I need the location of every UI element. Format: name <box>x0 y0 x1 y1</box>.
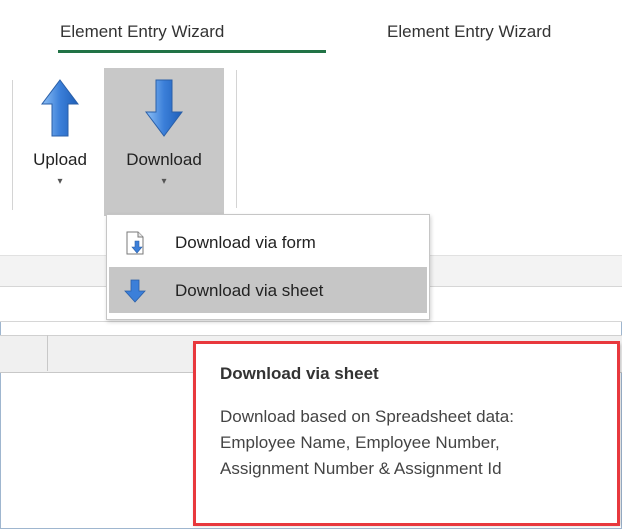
ribbon-tab-bar: Element Entry Wizard Element Entry Wizar… <box>0 0 622 60</box>
menu-item-label: Download via sheet <box>175 281 324 300</box>
active-tab-indicator <box>58 50 326 53</box>
tooltip: Download via sheet Download based on Spr… <box>193 343 620 525</box>
menu-item-label: Download via form <box>175 233 316 252</box>
arrow-up-icon <box>40 78 80 143</box>
download-button[interactable]: Download ▾ <box>104 68 224 216</box>
upload-button-label: Upload <box>33 150 87 169</box>
chevron-down-icon: ▾ <box>57 176 63 187</box>
select-all-corner[interactable] <box>47 335 48 371</box>
tab-element-entry-wizard-2[interactable]: Element Entry Wizard <box>387 22 551 42</box>
tooltip-description: Download based on Spreadsheet data: Empl… <box>220 407 514 478</box>
arrow-down-icon <box>123 279 147 303</box>
arrow-down-icon <box>144 78 184 143</box>
chevron-down-icon: ▾ <box>161 176 167 187</box>
ribbon-divider-left <box>12 80 13 210</box>
menu-item-download-via-form[interactable]: Download via form <box>109 219 427 265</box>
download-button-label: Download <box>126 150 202 169</box>
tab-element-entry-wizard[interactable]: Element Entry Wizard <box>60 22 224 42</box>
ribbon-group-separator <box>236 70 237 208</box>
tooltip-title: Download via sheet <box>220 364 379 383</box>
menu-item-download-via-sheet[interactable]: Download via sheet <box>109 267 427 313</box>
upload-button[interactable]: Upload ▾ <box>20 68 100 208</box>
download-dropdown-menu: Download via form Download via sheet <box>106 214 430 320</box>
form-download-icon <box>123 231 147 255</box>
